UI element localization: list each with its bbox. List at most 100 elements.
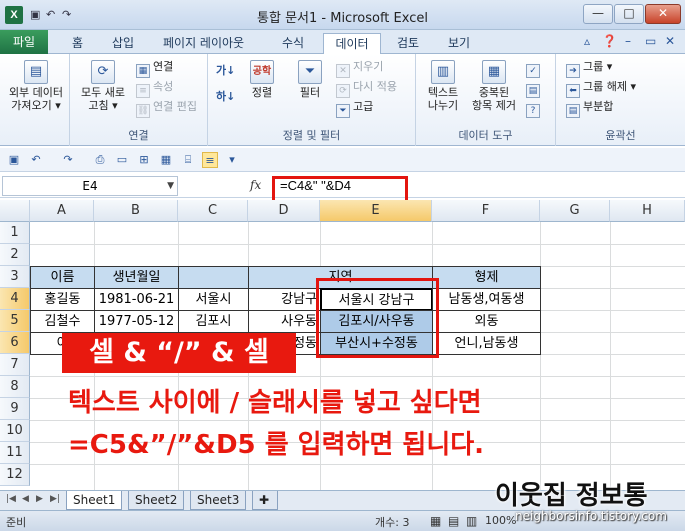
cell-c5[interactable]: 김포시 xyxy=(178,310,249,333)
last-sheet-icon[interactable]: ▶| xyxy=(50,494,60,504)
page-break-view-icon[interactable]: ▥ xyxy=(466,514,477,528)
get-external-data-button[interactable]: ▤ 외부 데이터 가져오기 ▾ xyxy=(4,60,68,112)
tab-home[interactable]: 홈 xyxy=(66,33,89,54)
cell-d5[interactable]: 사우동 xyxy=(248,310,321,333)
sheet-tab-3[interactable]: Sheet3 xyxy=(190,491,247,510)
undo-icon[interactable]: ↶ xyxy=(28,152,44,168)
row-header-2[interactable]: 2 xyxy=(0,244,30,266)
tab-review[interactable]: 검토 xyxy=(391,33,425,54)
cell-b4[interactable]: 1981-06-21 xyxy=(94,288,179,311)
cell-f6[interactable]: 언니,남동생 xyxy=(432,332,541,355)
workbook-close-icon[interactable]: ✕ xyxy=(665,34,675,48)
cell-f3[interactable]: 형제 xyxy=(432,266,541,289)
cell-f5[interactable]: 외동 xyxy=(432,310,541,333)
first-sheet-icon[interactable]: |◀ xyxy=(6,494,16,504)
help-icon[interactable]: ❓ xyxy=(602,34,617,48)
format-icon[interactable]: ▦ xyxy=(158,152,174,168)
page-layout-view-icon[interactable]: ▤ xyxy=(448,514,459,528)
remove-duplicates-button[interactable]: ▦ 중복된 항목 제거 xyxy=(468,60,520,112)
row-header-9[interactable]: 9 xyxy=(0,398,30,420)
tab-page-layout[interactable]: 페이지 레이아웃 xyxy=(157,33,250,54)
workbook-restore-icon[interactable]: ▭ xyxy=(645,34,656,48)
edit-links-button[interactable]: ⛓ 연결 편집 xyxy=(136,98,197,118)
reapply-button[interactable]: ⟳ 다시 적용 xyxy=(336,78,397,98)
consolidate-button[interactable]: ▤ xyxy=(526,78,543,98)
zoom-level[interactable]: 100% xyxy=(485,514,516,527)
tab-formulas[interactable]: 수식 xyxy=(276,33,310,54)
column-header-a[interactable]: A xyxy=(30,200,94,222)
refresh-all-button[interactable]: ⟳ 모두 새로 고침 ▾ xyxy=(76,60,130,112)
tab-insert[interactable]: 삽입 xyxy=(106,33,140,54)
print-preview-icon[interactable]: ⎙ xyxy=(92,152,108,168)
row-header-7[interactable]: 7 xyxy=(0,354,30,376)
properties-button[interactable]: ≡ 속성 xyxy=(136,78,173,98)
customize-qat-icon[interactable]: ▾ xyxy=(224,152,240,168)
subtotal-button[interactable]: ▤ 부분합 xyxy=(566,98,613,118)
column-header-d[interactable]: D xyxy=(248,200,320,222)
advanced-filter-button[interactable]: ⏷ 고급 xyxy=(336,98,373,118)
close-button[interactable]: ✕ xyxy=(645,4,681,24)
column-header-e[interactable]: E xyxy=(320,200,432,222)
workbook-minimize-icon[interactable]: – xyxy=(625,34,631,48)
prev-sheet-icon[interactable]: ◀ xyxy=(22,494,29,504)
sheet-tab-1[interactable]: Sheet1 xyxy=(66,491,123,510)
redo-icon[interactable]: ↷ xyxy=(60,152,76,168)
what-if-button[interactable]: ? xyxy=(526,98,543,118)
connections-group-label: 연결 xyxy=(128,129,149,142)
cell-d4[interactable]: 강남구 xyxy=(248,288,321,311)
row-header-11[interactable]: 11 xyxy=(0,442,30,464)
maximize-button[interactable]: □ xyxy=(614,4,644,24)
group-icon: ➔ xyxy=(566,64,580,78)
tab-view[interactable]: 보기 xyxy=(442,33,476,54)
cell-a5[interactable]: 김철수 xyxy=(30,310,95,333)
cell-c4[interactable]: 서울시 xyxy=(178,288,249,311)
column-header-g[interactable]: G xyxy=(540,200,610,222)
column-header-c[interactable]: C xyxy=(178,200,248,222)
text-to-columns-button[interactable]: ▥ 텍스트 나누기 xyxy=(420,60,466,112)
sheet-tab-2[interactable]: Sheet2 xyxy=(128,491,185,510)
camera-icon[interactable]: ⌸ xyxy=(180,152,196,168)
minimize-ribbon-icon[interactable]: ▵ xyxy=(584,34,590,48)
select-all-corner[interactable] xyxy=(0,200,30,222)
cell-a3[interactable]: 이름 xyxy=(30,266,95,289)
sort-button[interactable]: 공학 정렬 xyxy=(242,60,282,99)
cell-a4[interactable]: 홍길동 xyxy=(30,288,95,311)
advanced-filter-icon: ⏷ xyxy=(336,104,350,118)
group-button[interactable]: ➔ 그룹 ▾ xyxy=(566,58,612,78)
cell-b3[interactable]: 생년월일 xyxy=(94,266,179,289)
row-header-5[interactable]: 5 xyxy=(0,310,30,332)
row-header-12[interactable]: 12 xyxy=(0,464,30,486)
normal-view-icon[interactable]: ▦ xyxy=(430,514,441,528)
cell-b5[interactable]: 1977-05-12 xyxy=(94,310,179,333)
sort-descending-button[interactable]: 하↓ xyxy=(216,88,235,106)
row-header-1[interactable]: 1 xyxy=(0,222,30,244)
row-header-8[interactable]: 8 xyxy=(0,376,30,398)
connections-button[interactable]: ▦ 연결 xyxy=(136,58,173,78)
ungroup-button[interactable]: ⬅ 그룹 해제 ▾ xyxy=(566,78,636,98)
column-header-f[interactable]: F xyxy=(432,200,540,222)
row-header-3[interactable]: 3 xyxy=(0,266,30,288)
save-icon[interactable]: ▣ xyxy=(6,152,22,168)
chevron-down-icon[interactable]: ▼ xyxy=(167,177,174,195)
cell-f4[interactable]: 남동생,여동생 xyxy=(432,288,541,311)
row-header-4[interactable]: 4 xyxy=(0,288,30,310)
tab-data[interactable]: 데이터 xyxy=(323,33,381,55)
insert-sheet-icon[interactable]: ✚ xyxy=(252,491,278,510)
fullscreen-icon[interactable]: ▭ xyxy=(114,152,130,168)
minimize-button[interactable]: — xyxy=(583,4,613,24)
row-header-6[interactable]: 6 xyxy=(0,332,30,354)
insert-function-icon[interactable]: fx xyxy=(250,178,261,192)
data-validation-button[interactable]: ✓ xyxy=(526,58,543,78)
cell-c3[interactable] xyxy=(178,266,249,289)
tab-file[interactable]: 파일 xyxy=(0,30,48,54)
clear-filter-button[interactable]: ✕ 지우기 xyxy=(336,58,383,78)
align-center-icon[interactable]: ≡ xyxy=(202,152,218,168)
next-sheet-icon[interactable]: ▶ xyxy=(36,494,43,504)
name-box[interactable]: E4 ▼ xyxy=(2,176,178,196)
column-header-h[interactable]: H xyxy=(610,200,685,222)
row-header-10[interactable]: 10 xyxy=(0,420,30,442)
sort-ascending-button[interactable]: 가↓ xyxy=(216,62,235,80)
borders-icon[interactable]: ⊞ xyxy=(136,152,152,168)
column-header-b[interactable]: B xyxy=(94,200,178,222)
filter-button[interactable]: ⏷ 필터 xyxy=(290,60,330,99)
